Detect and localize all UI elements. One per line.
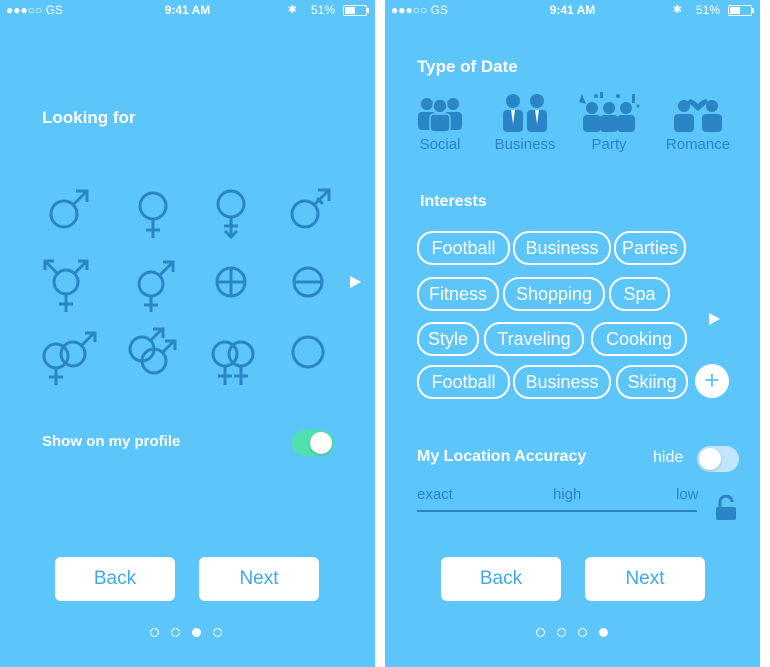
unlocked-padlock-icon[interactable] (715, 495, 737, 521)
back-button[interactable]: Back (55, 557, 175, 601)
interest-chip[interactable]: Fitness (417, 277, 499, 311)
bluetooth-icon: ✱ (672, 4, 682, 16)
add-interest-button[interactable]: + (695, 364, 729, 398)
battery-percent: 51% (695, 3, 720, 17)
location-accuracy-slider[interactable] (417, 510, 697, 512)
battery-icon (343, 5, 369, 16)
female-symbol-icon[interactable] (127, 182, 179, 240)
date-type-business[interactable]: Business (485, 92, 565, 153)
type-of-date-title: Type of Date (417, 57, 518, 76)
interest-chip[interactable]: Cooking (591, 322, 687, 356)
accuracy-low-label: low (676, 486, 699, 503)
date-type-label: Party (591, 136, 627, 153)
interest-chip[interactable]: Parties (614, 231, 686, 265)
show-on-profile-toggle[interactable] (292, 430, 334, 456)
status-bar: ●●●○○ GS 9:41 AM ✱ 51% (385, 0, 760, 20)
page-dot[interactable] (557, 628, 566, 637)
party-icon (579, 92, 640, 132)
date-preferences-screen: ●●●○○ GS 9:41 AM ✱ 51% Type of Date Soci… (385, 0, 760, 667)
page-dot-active[interactable] (192, 628, 201, 637)
page-dot[interactable] (536, 628, 545, 637)
bluetooth-icon: ✱ (287, 4, 297, 16)
toggle-knob (310, 432, 332, 454)
date-type-label: Romance (665, 136, 731, 153)
circle-symbol-icon[interactable] (282, 326, 334, 384)
battery-percent: 51% (310, 3, 335, 17)
transgender-symbol-icon[interactable] (40, 256, 92, 314)
next-page-arrow-icon[interactable] (350, 276, 361, 288)
page-dot[interactable] (150, 628, 159, 637)
status-bar: ●●●○○ GS 9:41 AM ✱ 51% (0, 0, 375, 20)
male-female-linked-symbol-icon[interactable] (38, 330, 100, 388)
circle-minus-symbol-icon[interactable] (282, 256, 334, 314)
accuracy-high-label: high (553, 486, 582, 503)
date-type-romance[interactable]: Romance (658, 92, 738, 153)
interest-chip[interactable]: Style (417, 322, 479, 356)
male-arrow-symbol-icon[interactable] (285, 182, 337, 240)
page-dot[interactable] (213, 628, 222, 637)
hide-label: hide (653, 449, 684, 466)
date-type-party[interactable]: Party (569, 92, 649, 153)
group-icon (418, 98, 462, 132)
battery-icon (728, 5, 754, 16)
date-type-label: Social (419, 136, 461, 153)
looking-for-screen: ●●●○○ GS 9:41 AM ✱ 51% Looking for Show … (0, 0, 375, 667)
interest-chip[interactable]: Business (513, 231, 611, 265)
location-accuracy-title: My Location Accuracy (417, 448, 587, 465)
interest-chip[interactable]: Traveling (484, 322, 584, 356)
hide-location-toggle[interactable] (697, 446, 739, 472)
accuracy-exact-label: exact (417, 486, 453, 503)
page-dot-active[interactable] (599, 628, 608, 637)
next-button[interactable]: Next (585, 557, 705, 601)
male-symbol-icon[interactable] (42, 182, 94, 240)
page-dot[interactable] (578, 628, 587, 637)
more-interests-arrow-icon[interactable] (709, 313, 720, 325)
toggle-knob (699, 448, 721, 470)
male-male-linked-symbol-icon[interactable] (122, 325, 182, 383)
looking-for-title: Looking for (42, 108, 136, 127)
back-button[interactable]: Back (441, 557, 561, 601)
female-female-linked-symbol-icon[interactable] (205, 330, 265, 388)
interest-chip[interactable]: Skiing (616, 365, 688, 399)
circle-plus-symbol-icon[interactable] (205, 256, 257, 314)
interests-title: Interests (420, 193, 487, 210)
interest-chip[interactable]: Football (417, 365, 510, 399)
interest-chip[interactable]: Spa (609, 277, 670, 311)
couple-heart-icon (674, 99, 722, 132)
female-male-symbol-icon[interactable] (127, 256, 179, 314)
next-button[interactable]: Next (199, 557, 319, 601)
female-down-arrow-symbol-icon[interactable] (205, 182, 257, 240)
business-people-icon (503, 94, 547, 132)
interest-chip[interactable]: Shopping (503, 277, 605, 311)
show-on-profile-label: Show on my profile (42, 433, 181, 450)
date-type-label: Business (494, 136, 556, 153)
interest-chip[interactable]: Business (513, 365, 611, 399)
interest-chip[interactable]: Football (417, 231, 510, 265)
page-dot[interactable] (171, 628, 180, 637)
date-type-social[interactable]: Social (400, 92, 480, 153)
